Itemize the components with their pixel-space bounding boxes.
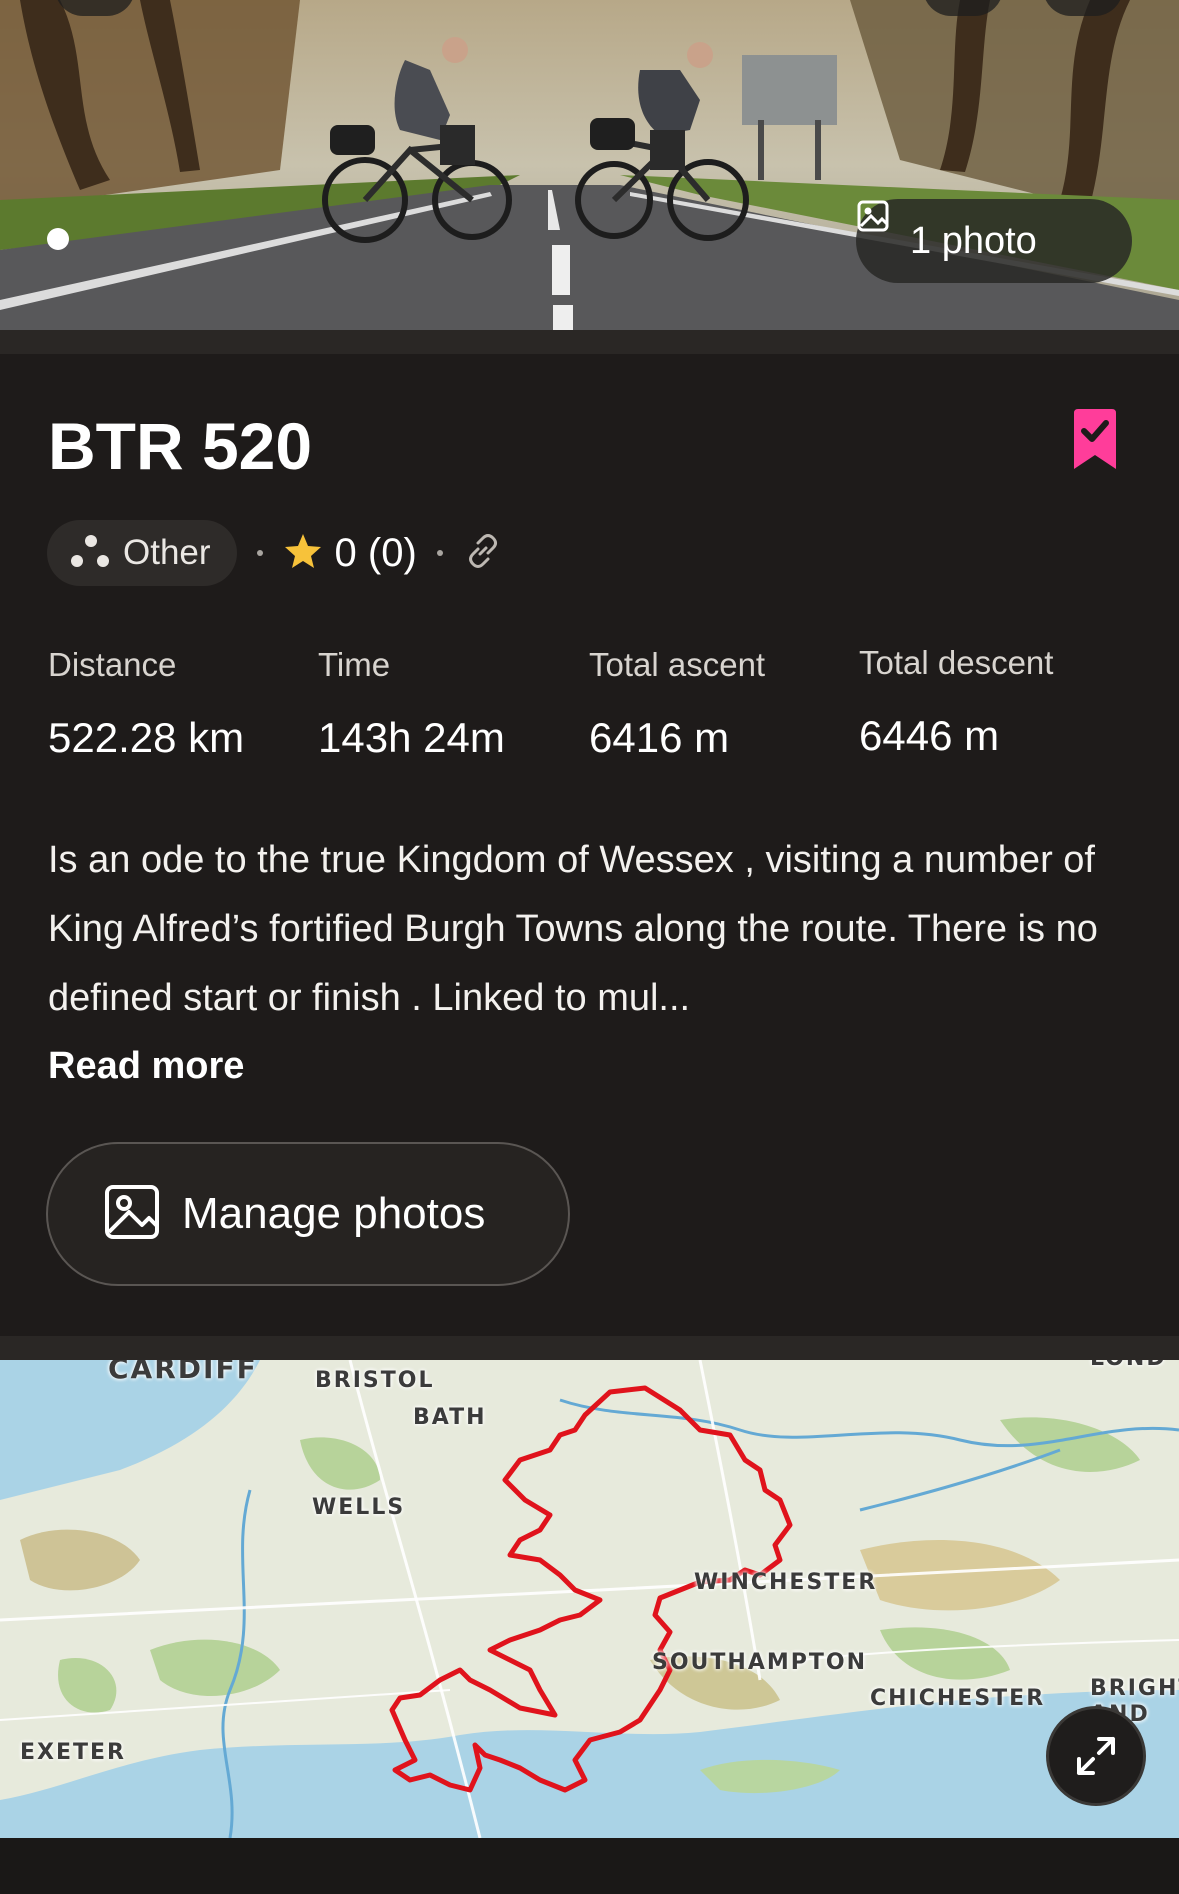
map-label-bristol: BRISTOL xyxy=(315,1368,435,1393)
bookmark-button[interactable] xyxy=(1070,409,1120,475)
map-label-winchester: WINCHESTER xyxy=(694,1570,878,1595)
link-icon[interactable] xyxy=(463,531,503,575)
bookmark-check-icon xyxy=(1074,409,1116,469)
stat-value: 6416 m xyxy=(589,714,730,761)
carousel-indicator xyxy=(47,228,69,250)
read-more-link[interactable]: Read more xyxy=(48,1045,244,1088)
manage-photos-label: Manage photos xyxy=(182,1189,486,1238)
stat-value: 6446 m xyxy=(859,712,1000,759)
stat-descent: Total descent 6446 m xyxy=(859,644,1053,760)
sport-type-badge[interactable]: Other xyxy=(47,520,237,586)
map-label-wells: WELLS xyxy=(312,1495,406,1520)
hero-photo[interactable]: 1 photo xyxy=(0,0,1179,330)
expand-icon xyxy=(1077,1737,1115,1775)
map-label-cardiff: CARDIFF xyxy=(108,1360,258,1385)
sport-other-icon xyxy=(67,531,111,575)
stat-label: Time xyxy=(318,646,391,683)
photo-count-label: 1 photo xyxy=(910,219,1037,262)
stat-time: Time 143h 24m xyxy=(318,646,505,762)
expand-map-button[interactable] xyxy=(1046,1706,1146,1806)
route-map[interactable]: CARDIFF BRISTOL BATH WELLS WINCHESTER SO… xyxy=(0,1360,1179,1838)
map-canvas xyxy=(0,1360,1179,1838)
stat-ascent: Total ascent 6416 m xyxy=(589,646,765,762)
sport-type-label: Other xyxy=(123,533,211,572)
photo-count-button[interactable]: 1 photo xyxy=(856,199,1132,283)
meta-separator xyxy=(256,550,263,556)
stat-value: 522.28 km xyxy=(48,714,245,761)
stat-value: 143h 24m xyxy=(318,714,505,761)
map-label-exeter: EXETER xyxy=(20,1740,126,1765)
manage-photos-button[interactable]: Manage photos xyxy=(46,1142,570,1286)
map-label-southampton: SOUTHAMPTON xyxy=(652,1650,867,1675)
bottom-spacer xyxy=(0,1838,1179,1894)
map-label-bath: BATH xyxy=(413,1405,487,1430)
image-icon xyxy=(104,1184,160,1244)
stat-label: Total ascent xyxy=(589,646,766,683)
divider xyxy=(0,330,1179,354)
map-label-london: LOND xyxy=(1090,1360,1167,1371)
stat-distance: Distance 522.28 km xyxy=(48,646,244,762)
route-meta: Other 0 (0) xyxy=(47,520,503,586)
map-label-chichester: CHICHESTER xyxy=(870,1686,1046,1711)
route-title: BTR 520 xyxy=(48,409,313,483)
stat-label: Total descent xyxy=(859,644,1054,681)
divider xyxy=(0,1336,1179,1360)
meta-separator xyxy=(436,550,443,556)
route-description: Is an ode to the true Kingdom of Wessex … xyxy=(48,839,1098,1019)
rating-value[interactable]: 0 (0) xyxy=(335,531,417,576)
star-icon xyxy=(283,532,323,574)
stat-label: Distance xyxy=(48,646,177,683)
map-label-brighton: BRIGHT xyxy=(1090,1676,1179,1701)
